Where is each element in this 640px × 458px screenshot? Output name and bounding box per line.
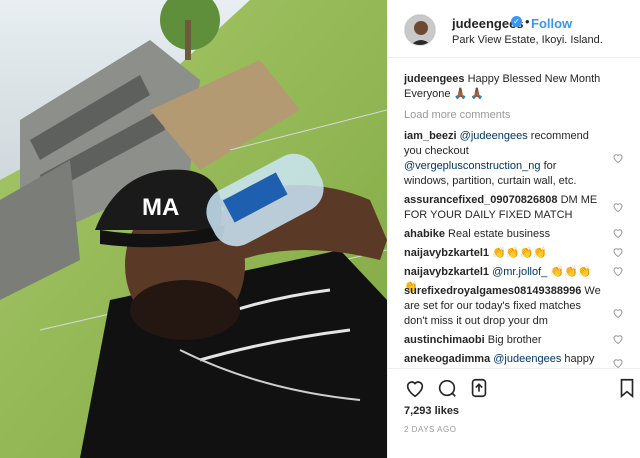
comment-item: naijavybzkartel1 👏👏👏👏	[404, 246, 604, 261]
comment-like-heart-icon[interactable]	[612, 246, 624, 258]
post-header: judeengees ✓ • Follow Park View Estate, …	[388, 0, 640, 58]
comment-item: surefixedroyalgames08149388996 We are se…	[404, 284, 604, 329]
comment-item: austinchimaobi Big brother	[404, 333, 604, 348]
comment-username[interactable]: ahabike	[404, 228, 445, 240]
comment-like-heart-icon[interactable]	[612, 201, 624, 213]
caption-username[interactable]: judeengees	[404, 73, 465, 85]
heart-icon[interactable]	[404, 377, 426, 399]
svg-text:MA: MA	[142, 194, 179, 221]
comment-username[interactable]: surefixedroyalgames08149388996	[404, 285, 581, 297]
comment-item: assurancefixed_09070826808 DM ME FOR YOU…	[404, 193, 604, 223]
comment-username[interactable]: assurancefixed_09070826808	[404, 194, 558, 206]
comment-like-heart-icon[interactable]	[612, 152, 624, 164]
comment-item: ahabike Real estate business	[404, 227, 604, 242]
post-timestamp[interactable]: 2 DAYS AGO	[404, 425, 456, 434]
comment-mention[interactable]: @judeengees	[493, 353, 561, 365]
comment-text: 👏👏👏👏	[492, 247, 547, 259]
comment-text: happy	[561, 353, 595, 365]
comment-username[interactable]: anekeogadimma	[404, 353, 490, 365]
comment-like-heart-icon[interactable]	[612, 265, 624, 277]
comments-list[interactable]: iam_beezi @judeengees recommend you chec…	[388, 125, 640, 368]
avatar[interactable]	[404, 14, 436, 46]
comment-username[interactable]: austinchimaobi	[404, 334, 485, 346]
comment-like-heart-icon[interactable]	[612, 357, 624, 368]
follow-button[interactable]: Follow	[531, 16, 572, 31]
comment-mention[interactable]: @judeengees	[460, 130, 528, 142]
location-link[interactable]: Park View Estate, Ikoyi. Island.	[452, 34, 603, 46]
header-separator: •	[525, 14, 530, 29]
comment-username[interactable]: naijavybzkartel1	[404, 266, 489, 278]
load-more-comments-button[interactable]: Load more comments	[404, 109, 510, 121]
post-caption: judeengees Happy Blessed New Month Every…	[404, 72, 632, 102]
post-actions: 7,293 likes 2 DAYS AGO	[388, 368, 640, 458]
bookmark-icon[interactable]	[616, 377, 638, 399]
comment-mention[interactable]: @mr.jollof_	[492, 266, 547, 278]
comment-like-heart-icon[interactable]	[612, 333, 624, 345]
comment-item: iam_beezi @judeengees recommend you chec…	[404, 129, 604, 189]
avatar-image	[405, 15, 435, 45]
comment-text: Big brother	[487, 334, 542, 346]
comment-text: Real estate business	[448, 228, 551, 240]
comment-item: anekeogadimma @judeengees happy	[404, 352, 604, 367]
post-photo[interactable]: MA	[0, 0, 387, 458]
comment-username[interactable]: naijavybzkartel1	[404, 247, 489, 259]
comment-mention[interactable]: @vergeplusconstruction_ng	[404, 160, 541, 172]
comment-like-heart-icon[interactable]	[612, 227, 624, 239]
verified-badge-icon: ✓	[511, 16, 522, 27]
share-icon[interactable]	[468, 377, 490, 399]
comment-bubble-icon[interactable]	[436, 377, 458, 399]
comment-username[interactable]: iam_beezi	[404, 130, 457, 142]
likes-count[interactable]: 7,293 likes	[404, 405, 459, 417]
post-photo-illustration: MA	[0, 0, 387, 458]
comment-like-heart-icon[interactable]	[612, 307, 624, 319]
post-side-panel: judeengees ✓ • Follow Park View Estate, …	[388, 0, 640, 458]
